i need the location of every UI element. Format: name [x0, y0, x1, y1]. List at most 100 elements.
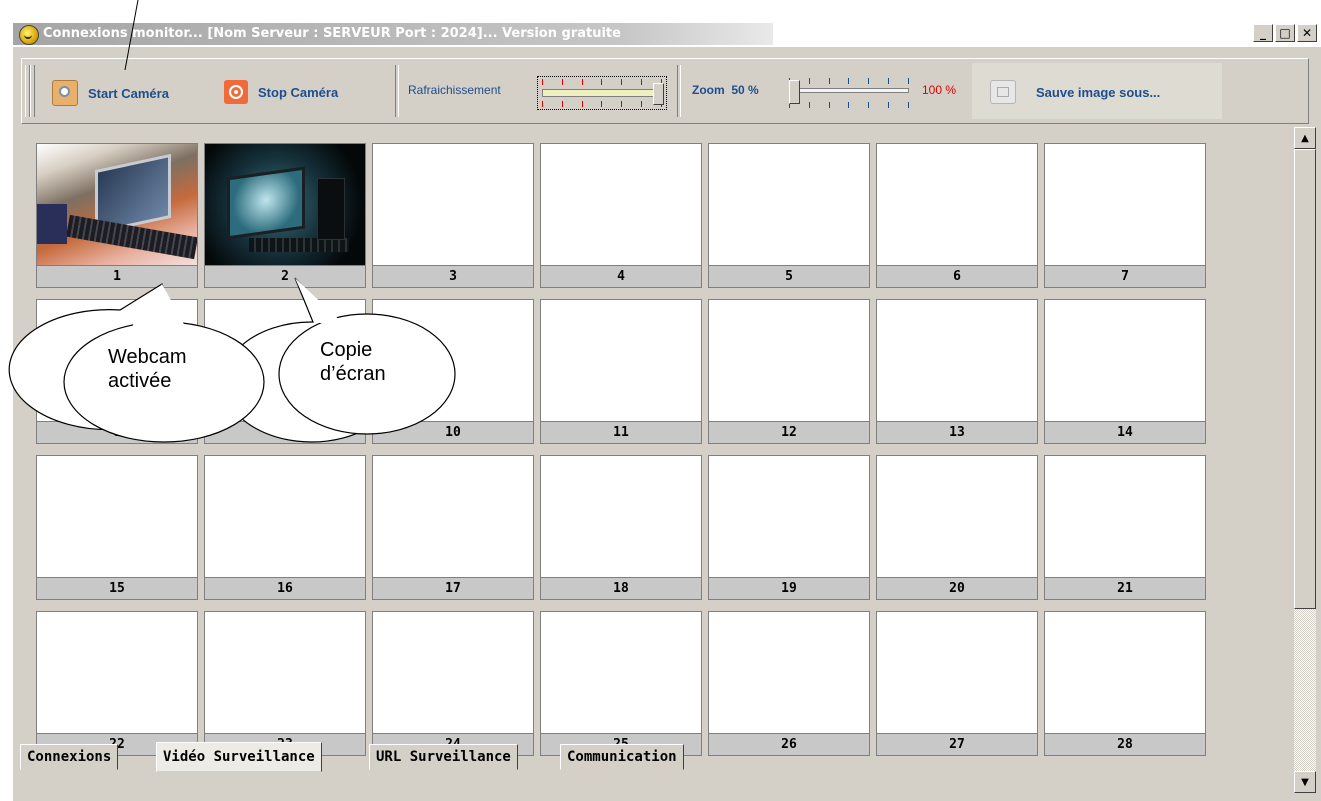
video-tile[interactable]: 22 [36, 611, 198, 756]
video-tile[interactable]: 27 [876, 611, 1038, 756]
refresh-slider-thumb[interactable] [653, 83, 664, 105]
video-tile[interactable]: 20 [876, 455, 1038, 600]
video-tile[interactable]: 26 [708, 611, 870, 756]
maximize-button[interactable]: □ [1275, 24, 1295, 42]
tile-number: 16 [205, 577, 365, 599]
minimize-button[interactable]: _ [1253, 24, 1273, 42]
zoom-label: Zoom 50 % [692, 83, 759, 97]
video-tile[interactable]: 7 [1044, 143, 1206, 288]
tile-number: 17 [373, 577, 533, 599]
video-tile[interactable]: 17 [372, 455, 534, 600]
app-logo-icon [19, 25, 39, 45]
monitor-shape [227, 166, 305, 240]
refresh-label: Rafraichissement [408, 83, 501, 97]
tile-number: 21 [1045, 577, 1205, 599]
keyboard-shape [249, 238, 349, 252]
tile-number: 5 [709, 265, 869, 287]
webcam-callout-line2: activée [108, 370, 172, 392]
toolbar-separator [677, 65, 681, 117]
video-tile[interactable]: 10 [372, 299, 534, 444]
webcam-icon [52, 80, 78, 106]
video-tile[interactable]: 16 [204, 455, 366, 600]
stop-camera-button[interactable]: Stop Caméra [224, 80, 338, 104]
webcam-callout-text: Webcam activée [108, 345, 187, 393]
tile-number: 11 [541, 421, 701, 443]
video-tile[interactable]: 2 [204, 143, 366, 288]
tile-number: 10 [373, 421, 533, 443]
video-tile[interactable]: 23 [204, 611, 366, 756]
tile-number: 18 [541, 577, 701, 599]
close-button[interactable]: ✕ [1297, 24, 1317, 42]
video-tile[interactable]: 13 [876, 299, 1038, 444]
webcam-preview[interactable] [37, 144, 197, 265]
zoom-slider-track [789, 88, 909, 93]
save-image-button[interactable]: Sauve image sous... [990, 80, 1160, 104]
start-camera-button[interactable]: Start Caméra [52, 80, 169, 106]
tab-communication[interactable]: Communication [560, 744, 684, 770]
video-tile[interactable]: 25 [540, 611, 702, 756]
desk-shape [37, 204, 67, 244]
video-tile[interactable]: 18 [540, 455, 702, 600]
zoom-ticks-top [789, 78, 909, 84]
tab-video-surveillance[interactable]: Vidéo Surveillance [156, 742, 322, 772]
stop-record-icon [224, 80, 248, 104]
tab-connexions[interactable]: Connexions [20, 744, 119, 770]
video-tile[interactable]: 4 [540, 143, 702, 288]
webcam-callout-line1: Webcam [108, 346, 187, 368]
video-tile[interactable]: 1 [36, 143, 198, 288]
tile-number: 4 [541, 265, 701, 287]
tile-number: 19 [709, 577, 869, 599]
screen-callout-text: Copie d’écran [320, 338, 386, 386]
tile-number: 14 [1045, 421, 1205, 443]
refresh-slider[interactable] [537, 76, 667, 110]
screen-callout-line2: d’écran [320, 363, 386, 385]
tab-url-surveillance[interactable]: URL Surveillance [369, 744, 518, 770]
tile-number: 9 [205, 421, 365, 443]
tile-number: 20 [877, 577, 1037, 599]
video-tile[interactable]: 21 [1044, 455, 1206, 600]
tile-number: 7 [1045, 265, 1205, 287]
video-tile[interactable]: 19 [708, 455, 870, 600]
video-tile[interactable]: 15 [36, 455, 198, 600]
zoom-slider-thumb[interactable] [789, 80, 800, 104]
video-tile[interactable]: 14 [1044, 299, 1206, 444]
window-title: Connexions monitor... [Nom Serveur : SER… [43, 26, 621, 41]
zoom-ticks-bottom [789, 102, 909, 108]
scroll-up-arrow-icon[interactable]: ▲ [1294, 127, 1316, 149]
zoom-max-label: 100 % [922, 83, 957, 97]
video-tile[interactable]: 3 [372, 143, 534, 288]
video-tile[interactable]: 12 [708, 299, 870, 444]
tile-number: 13 [877, 421, 1037, 443]
vertical-scrollbar[interactable]: ▲ ▼ [1294, 127, 1316, 793]
refresh-ticks-bottom [542, 101, 662, 107]
toolbar-grip-secondary[interactable] [30, 65, 35, 117]
refresh-slider-track [542, 89, 662, 97]
tab-bar: Connexions Vidéo Surveillance URL Survei… [0, 742, 1321, 800]
start-camera-label: Start Caméra [88, 85, 169, 101]
toolbar: Start Caméra Stop Caméra Rafraichissemen… [21, 58, 1309, 124]
video-tile[interactable]: 28 [1044, 611, 1206, 756]
save-image-label: Sauve image sous... [1036, 84, 1161, 100]
tile-number: 2 [205, 265, 365, 287]
toolbar-separator [395, 65, 399, 117]
tile-number: 6 [877, 265, 1037, 287]
scrollbar-thumb[interactable] [1294, 149, 1316, 609]
refresh-ticks-top [542, 79, 662, 85]
tile-number: 15 [37, 577, 197, 599]
screen-capture-preview[interactable] [205, 144, 365, 265]
camera-capture-icon [990, 80, 1016, 104]
video-tile[interactable]: 6 [876, 143, 1038, 288]
tile-number: 1 [37, 265, 197, 287]
stop-camera-label: Stop Caméra [258, 84, 339, 100]
tile-number: 8 [37, 421, 197, 443]
tower-shape [317, 178, 345, 240]
title-bar[interactable]: Connexions monitor... [Nom Serveur : SER… [13, 21, 1321, 47]
app-window: Connexions monitor... [Nom Serveur : SER… [12, 20, 1321, 801]
video-tile[interactable]: 11 [540, 299, 702, 444]
video-tile[interactable]: 24 [372, 611, 534, 756]
video-grid: 1 2 345678910111213141516171819202122232… [21, 127, 1285, 765]
video-tile[interactable]: 5 [708, 143, 870, 288]
screen-callout-line1: Copie [320, 339, 373, 361]
zoom-slider[interactable] [785, 76, 913, 110]
zoom-min-label: 50 % [731, 83, 759, 97]
